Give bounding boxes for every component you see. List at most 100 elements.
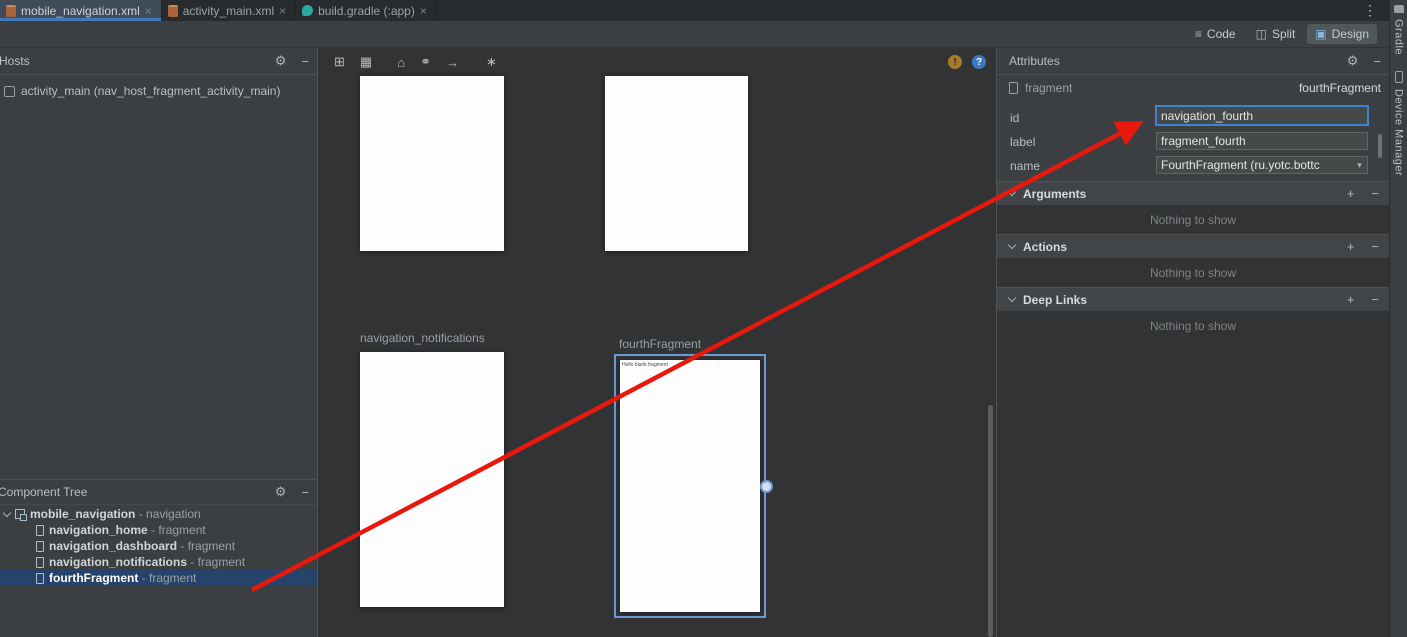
tree-item-type: - fragment (187, 555, 245, 569)
chevron-down-icon (1008, 241, 1016, 249)
section-deep-links-header[interactable]: Deep Links + − (997, 287, 1389, 311)
xml-file-icon (6, 5, 16, 17)
attributes-scrollbar[interactable] (1378, 134, 1382, 158)
warnings-icon[interactable]: ! (948, 55, 962, 69)
gear-icon[interactable]: ⚙ (1347, 53, 1359, 69)
tab-label: build.gradle (:app) (318, 4, 415, 18)
editor-tab-bar: mobile_navigation.xml × activity_main.xm… (0, 0, 1389, 21)
design-scrollbar[interactable] (988, 405, 993, 637)
destination-label-fourthfragment: fourthFragment (619, 337, 701, 351)
label-input[interactable] (1156, 132, 1368, 150)
fragment-icon (36, 541, 44, 552)
gradle-icon[interactable] (1394, 5, 1404, 13)
gradle-tool-button[interactable]: Gradle (1393, 19, 1405, 55)
destination-label-notifications: navigation_notifications (360, 331, 485, 345)
tree-item-type: - fragment (177, 539, 235, 553)
navigation-graph-icon (15, 509, 25, 519)
fragment-preview-dashboard[interactable] (605, 76, 748, 251)
remove-icon[interactable]: − (1371, 186, 1379, 201)
fragment-preview-fourthfragment[interactable]: Hello blank fragment (620, 360, 760, 612)
component-tree: mobile_navigation - navigation navigatio… (0, 506, 317, 586)
fragment-icon (36, 573, 44, 584)
hide-icon[interactable]: − (1373, 54, 1381, 69)
section-title: Deep Links (1023, 293, 1087, 307)
tree-item-mobile-navigation[interactable]: mobile_navigation - navigation (0, 506, 317, 522)
tree-item-name: navigation_notifications (49, 555, 187, 569)
fragment-preview-notifications[interactable] (360, 352, 504, 607)
section-actions-header[interactable]: Actions + − (997, 234, 1389, 258)
help-icon[interactable]: ? (972, 55, 986, 69)
section-arguments-header[interactable]: Arguments + − (997, 181, 1389, 205)
tree-item-name: mobile_navigation (30, 507, 135, 521)
design-view-label: Design (1332, 27, 1369, 41)
remove-icon[interactable]: − (1371, 292, 1379, 307)
design-surface[interactable]: ⊞ ▦ ⌂ ⚭ → ∗ ! ? navigation_notifications… (318, 48, 997, 637)
remove-icon[interactable]: − (1371, 239, 1379, 254)
add-destination-icon[interactable]: ⊞ (334, 54, 345, 70)
chevron-down-icon[interactable] (3, 508, 11, 516)
left-panel: Hosts ⚙ − activity_main (nav_host_fragme… (0, 48, 318, 637)
tree-item-type: - fragment (138, 571, 196, 585)
split-view-label: Split (1272, 27, 1295, 41)
add-icon[interactable]: + (1347, 292, 1355, 307)
home-icon[interactable]: ⌂ (397, 55, 405, 70)
attribute-sections: Arguments + − Nothing to show Actions + … (997, 181, 1389, 340)
device-manager-icon[interactable] (1395, 71, 1403, 83)
section-empty-message: Nothing to show (997, 205, 1389, 234)
tree-item-navigation-home[interactable]: navigation_home - fragment (0, 522, 317, 538)
view-mode-bar: ≡ Code ◫ Split ▣ Design (0, 21, 1389, 48)
close-icon[interactable]: × (279, 4, 286, 18)
hosts-panel-header: Hosts ⚙ − (0, 48, 317, 75)
tab-build-gradle[interactable]: build.gradle (:app) × (296, 0, 437, 21)
tree-item-fourthfragment[interactable]: fourthFragment - fragment (0, 570, 317, 586)
tab-mobile-navigation-xml[interactable]: mobile_navigation.xml × (0, 0, 162, 21)
tab-activity-main-xml[interactable]: activity_main.xml × (162, 0, 296, 21)
device-manager-tool-button[interactable]: Device Manager (1393, 89, 1405, 176)
add-icon[interactable]: + (1347, 186, 1355, 201)
action-arrow-icon[interactable]: → (446, 55, 459, 70)
component-name-value: fourthFragment (1299, 81, 1381, 95)
auto-arrange-icon[interactable]: ∗ (486, 54, 497, 70)
attributes-empty-area (997, 340, 1389, 637)
component-type-row: fragment fourthFragment (1009, 81, 1381, 95)
code-icon: ≡ (1195, 27, 1202, 41)
attributes-panel: Attributes ⚙ − fragment fourthFragment i… (997, 48, 1389, 637)
hide-icon[interactable]: − (301, 485, 309, 500)
action-handle-icon[interactable] (760, 480, 773, 493)
gear-icon[interactable]: ⚙ (275, 53, 287, 69)
fragment-icon (36, 557, 44, 568)
fragment-preview-fourthfragment-selected[interactable]: Hello blank fragment (614, 354, 766, 618)
more-options-icon[interactable]: ⋮ (1363, 2, 1389, 19)
chevron-down-icon: ▾ (1352, 160, 1367, 171)
name-dropdown-value: FourthFragment (ru.yotc.bottc (1161, 158, 1320, 172)
design-view-button[interactable]: ▣ Design (1307, 24, 1377, 44)
hide-icon[interactable]: − (301, 54, 309, 69)
id-input[interactable] (1155, 105, 1369, 126)
close-icon[interactable]: × (145, 4, 152, 18)
host-list-item[interactable]: activity_main (nav_host_fragment_activit… (0, 75, 317, 98)
close-icon[interactable]: × (420, 4, 427, 18)
link-icon[interactable]: ⚭ (420, 54, 431, 70)
code-view-button[interactable]: ≡ Code (1187, 24, 1244, 44)
gear-icon[interactable]: ⚙ (275, 484, 287, 500)
attributes-header: Attributes ⚙ − (997, 48, 1389, 75)
fragment-preview-home[interactable] (360, 76, 504, 251)
hosts-panel-title: Hosts (0, 54, 30, 68)
fragment-preview-text: Hello blank fragment (620, 360, 760, 368)
name-dropdown[interactable]: FourthFragment (ru.yotc.bottc ▾ (1156, 156, 1368, 174)
tree-item-navigation-dashboard[interactable]: navigation_dashboard - fragment (0, 538, 317, 554)
split-view-button[interactable]: ◫ Split (1248, 24, 1304, 44)
right-tool-strip: Gradle Device Manager (1389, 0, 1407, 637)
section-title: Arguments (1023, 187, 1086, 201)
section-title: Actions (1023, 240, 1067, 254)
nested-graph-icon[interactable]: ▦ (360, 54, 372, 70)
attributes-title: Attributes (1009, 54, 1060, 68)
tree-item-type: - navigation (135, 507, 200, 521)
host-item-label: activity_main (nav_host_fragment_activit… (21, 84, 280, 98)
add-icon[interactable]: + (1347, 239, 1355, 254)
id-field-label: id (1010, 111, 1019, 125)
label-field-label: label (1010, 135, 1035, 149)
tree-item-name: fourthFragment (49, 571, 138, 585)
code-view-label: Code (1207, 27, 1236, 41)
tree-item-navigation-notifications[interactable]: navigation_notifications - fragment (0, 554, 317, 570)
